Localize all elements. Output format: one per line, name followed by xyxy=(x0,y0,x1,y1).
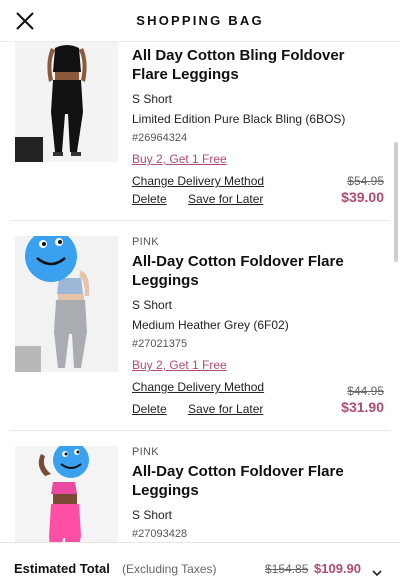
save-for-later-button[interactable]: Save for Later xyxy=(188,402,263,416)
product-color: Limited Edition Pure Black Bling (6BOS) xyxy=(132,112,346,126)
product-color: Medium Heather Grey (6F02) xyxy=(132,318,289,332)
delete-button[interactable]: Delete xyxy=(132,402,167,416)
product-info: PINK All-Day Cotton Foldover Flare Leggi… xyxy=(132,446,382,540)
sale-price: $31.90 xyxy=(341,399,384,415)
header: SHOPPING BAG xyxy=(0,0,400,42)
product-name[interactable]: All Day Cotton Bling Foldover Flare Legg… xyxy=(132,46,382,84)
item-actions: Delete Save for Later xyxy=(132,402,281,416)
product-size: S Short xyxy=(132,92,173,106)
scrollbar[interactable] xyxy=(394,142,398,262)
product-sku: #27093428 xyxy=(132,528,188,540)
bag-item: PINK All-Day Cotton Foldover Flare Leggi… xyxy=(0,446,400,542)
sale-total: $109.90 xyxy=(314,561,361,576)
original-price: $44.95 xyxy=(347,384,384,398)
item-actions: Delete Save for Later xyxy=(132,192,281,206)
brand-label: PINK xyxy=(132,236,159,248)
product-image[interactable] xyxy=(15,236,118,372)
product-size: S Short xyxy=(132,298,173,312)
product-sku: #27021375 xyxy=(132,338,188,350)
product-image[interactable] xyxy=(15,42,118,162)
product-size: S Short xyxy=(132,508,173,522)
page-title: SHOPPING BAG xyxy=(136,13,264,28)
product-info: PINK All-Day Cotton Foldover Flare Leggi… xyxy=(132,236,382,394)
product-photo-pink-leggings xyxy=(15,446,118,542)
tax-note: (Excluding Taxes) xyxy=(122,562,217,576)
change-delivery-link[interactable]: Change Delivery Method xyxy=(132,174,382,188)
change-delivery-link[interactable]: Change Delivery Method xyxy=(132,380,382,394)
expand-total-button[interactable] xyxy=(372,565,382,578)
estimated-total-bar[interactable]: Estimated Total (Excluding Taxes) $154.8… xyxy=(0,542,400,587)
product-image[interactable] xyxy=(15,446,118,542)
product-name[interactable]: All-Day Cotton Foldover Flare Leggings xyxy=(132,252,382,290)
product-photo-black-leggings xyxy=(15,42,118,162)
brand-label: PINK xyxy=(132,446,159,458)
product-name[interactable]: All-Day Cotton Foldover Flare Leggings xyxy=(132,462,382,500)
product-sku: #26964324 xyxy=(132,132,188,144)
delete-button[interactable]: Delete xyxy=(132,192,167,206)
promo-link[interactable]: Buy 2, Get 1 Free xyxy=(132,358,227,372)
divider xyxy=(10,430,390,431)
original-total: $154.85 xyxy=(265,562,309,576)
promo-link[interactable]: Buy 2, Get 1 Free xyxy=(132,152,227,166)
sale-price: $39.00 xyxy=(341,189,384,205)
bag-item-list: All Day Cotton Bling Foldover Flare Legg… xyxy=(0,42,400,542)
product-photo-grey-leggings xyxy=(15,236,118,372)
bag-item: All Day Cotton Bling Foldover Flare Legg… xyxy=(0,42,400,220)
chevron-down-icon[interactable] xyxy=(372,568,382,578)
save-for-later-button[interactable]: Save for Later xyxy=(188,192,263,206)
bag-item: PINK All-Day Cotton Foldover Flare Leggi… xyxy=(0,236,400,432)
divider xyxy=(10,220,390,221)
estimated-total-label: Estimated Total xyxy=(14,561,110,576)
original-price: $54.95 xyxy=(347,174,384,188)
product-info: All Day Cotton Bling Foldover Flare Legg… xyxy=(132,44,382,188)
